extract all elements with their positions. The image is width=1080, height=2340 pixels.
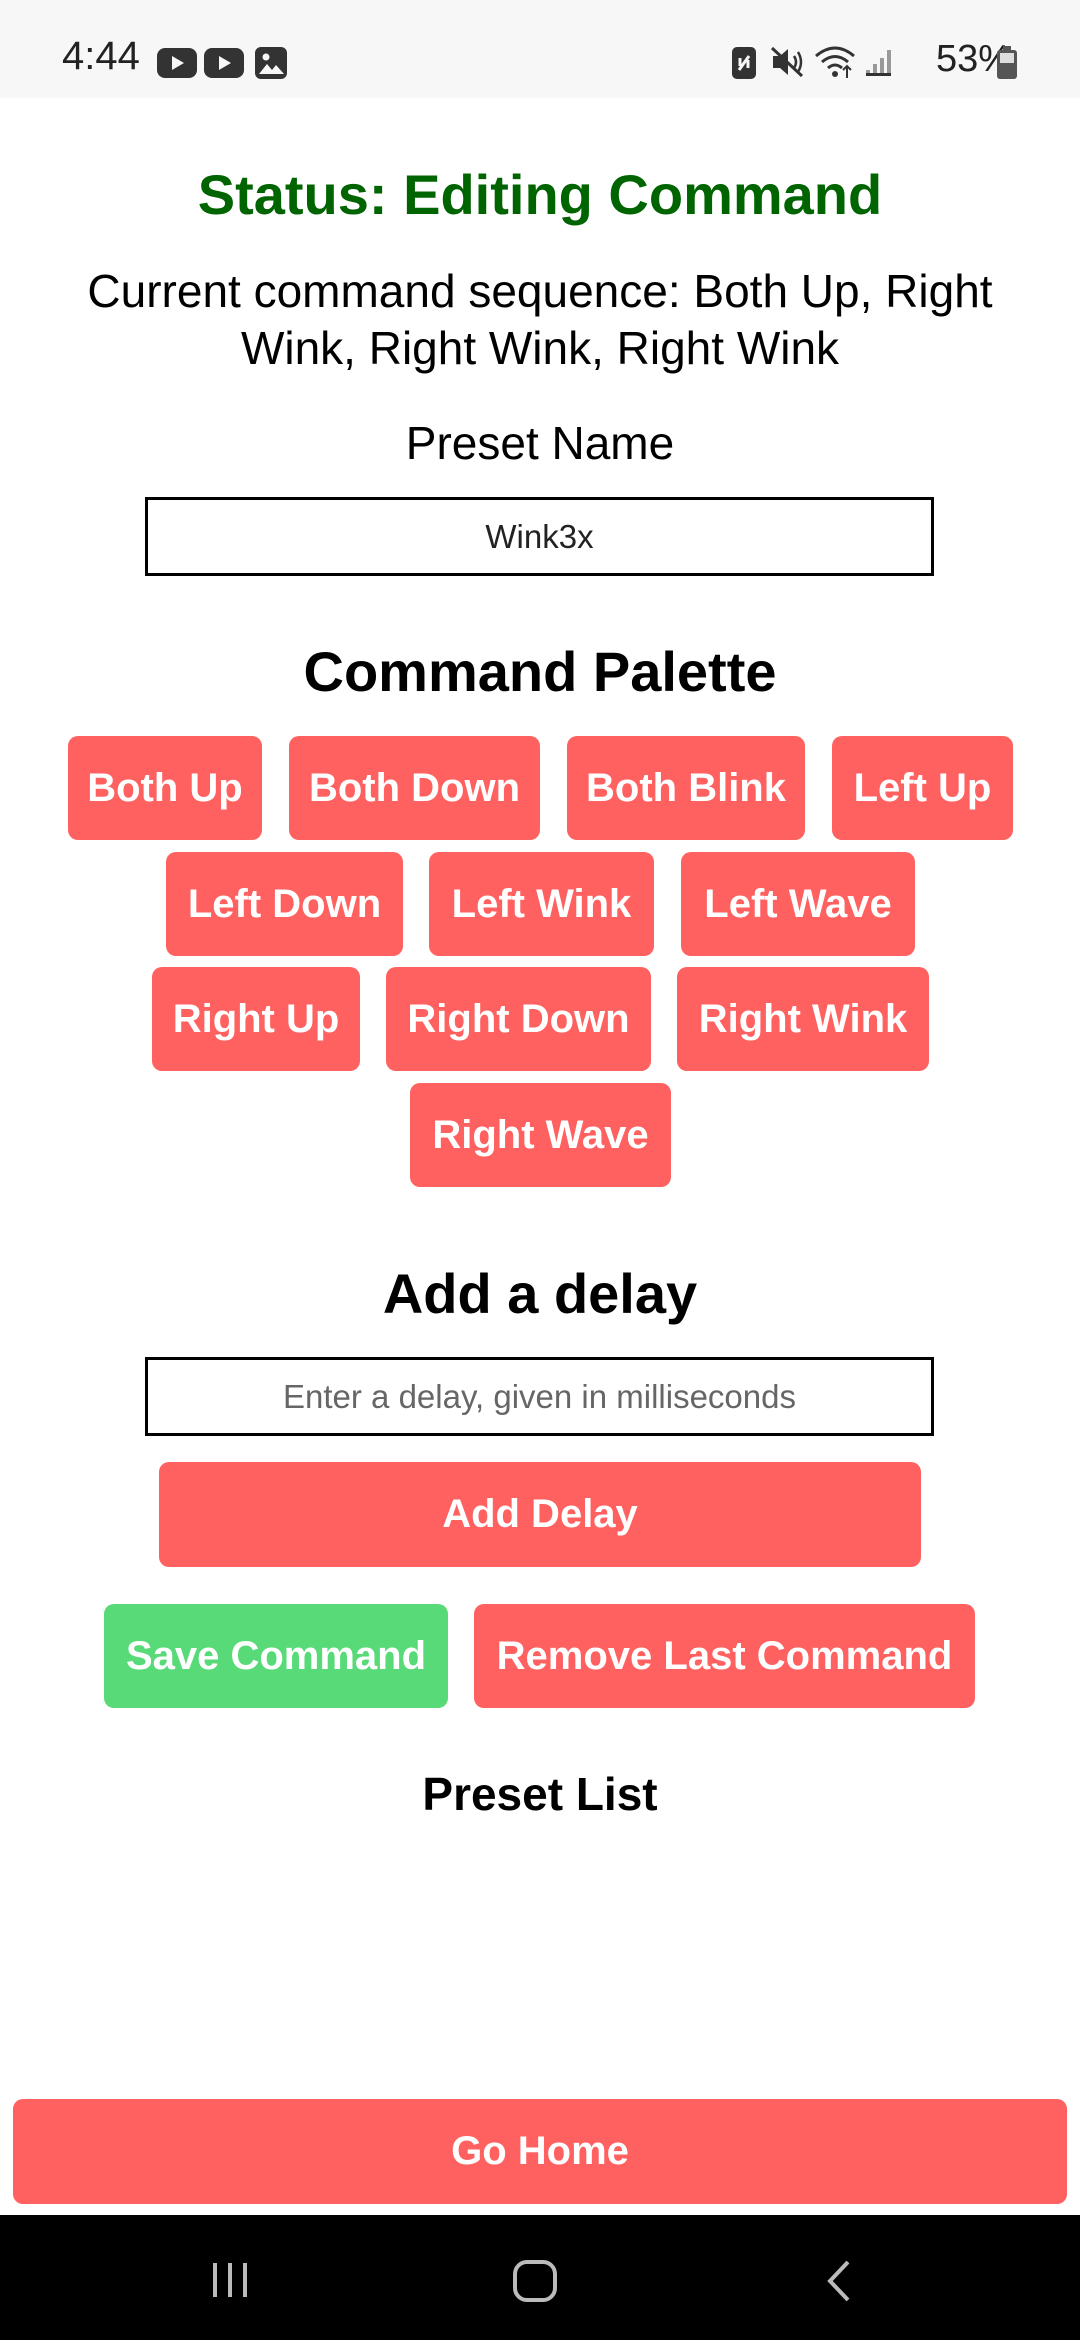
left-up-button[interactable]: Left Up xyxy=(832,736,1013,840)
youtube-icon xyxy=(204,48,244,78)
status-bar: 4:44 53% xyxy=(0,0,1080,98)
battery-icon xyxy=(997,46,1017,79)
wifi-icon xyxy=(815,46,855,78)
add-delay-button[interactable]: Add Delay xyxy=(159,1462,921,1567)
status-title: Status: Editing Command xyxy=(197,163,883,226)
right-wave-button[interactable]: Right Wave xyxy=(410,1083,671,1187)
home-icon[interactable] xyxy=(512,2259,558,2303)
right-wink-button[interactable]: Right Wink xyxy=(677,967,929,1071)
navigation-bar xyxy=(0,2215,1080,2340)
signal-icon xyxy=(866,50,891,76)
mute-icon xyxy=(770,46,804,78)
save-command-button[interactable]: Save Command xyxy=(104,1604,448,1708)
recent-apps-icon[interactable] xyxy=(210,2261,250,2299)
command-palette-heading: Command Palette xyxy=(303,640,777,703)
nfc-icon xyxy=(732,47,756,79)
youtube-icon xyxy=(157,48,197,78)
preset-list xyxy=(60,1830,1020,2080)
remove-last-command-button[interactable]: Remove Last Command xyxy=(474,1604,975,1708)
command-sequence-text: Current command sequence: Both Up, Right… xyxy=(87,265,993,374)
preset-name-input[interactable] xyxy=(145,497,934,576)
preset-list-label: Preset List xyxy=(422,1768,658,1820)
both-up-button[interactable]: Both Up xyxy=(68,736,262,840)
add-delay-heading: Add a delay xyxy=(382,1262,698,1325)
left-down-button[interactable]: Left Down xyxy=(166,852,403,956)
left-wave-button[interactable]: Left Wave xyxy=(681,852,915,956)
preset-name-label: Preset Name xyxy=(405,417,675,469)
both-down-button[interactable]: Both Down xyxy=(289,736,540,840)
right-down-button[interactable]: Right Down xyxy=(386,967,651,1071)
go-home-button[interactable]: Go Home xyxy=(13,2099,1067,2204)
back-icon[interactable] xyxy=(824,2259,854,2303)
status-time: 4:44 xyxy=(62,34,140,78)
left-wink-button[interactable]: Left Wink xyxy=(429,852,654,956)
right-up-button[interactable]: Right Up xyxy=(152,967,360,1071)
both-blink-button[interactable]: Both Blink xyxy=(567,736,805,840)
delay-input[interactable] xyxy=(145,1357,934,1436)
gallery-icon xyxy=(255,47,287,79)
